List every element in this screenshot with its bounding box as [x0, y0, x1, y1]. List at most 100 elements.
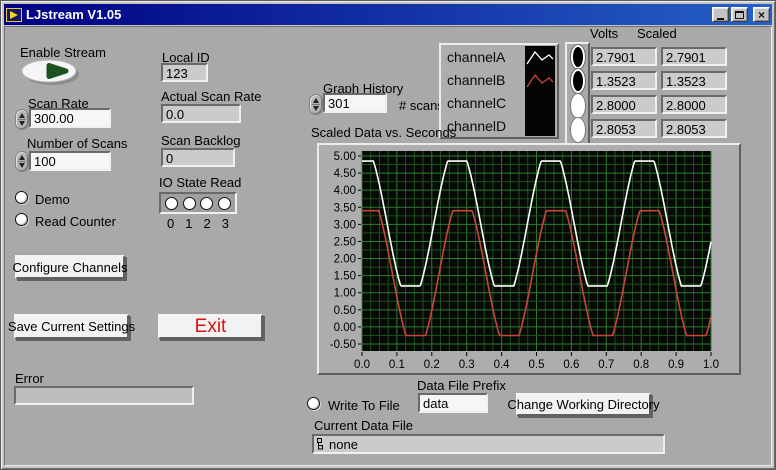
channel-legend: channelA channelB channelC channelD: [439, 43, 559, 139]
actual-scan-rate-label: Actual Scan Rate: [161, 89, 261, 104]
channelC-enable-toggle[interactable]: [571, 94, 585, 118]
io-led-3: [218, 197, 231, 210]
channel-toggle-strip: [565, 42, 590, 145]
svg-text:0.5: 0.5: [529, 359, 545, 371]
channelB-enable-toggle[interactable]: [571, 69, 585, 93]
io-led-1: [183, 197, 196, 210]
io-state-read-label: IO State Read: [159, 175, 241, 190]
data-file-prefix-input[interactable]: [418, 393, 488, 413]
svg-text:4.00: 4.00: [334, 185, 356, 197]
io-bit-3-label: 3: [222, 216, 229, 231]
increment-icon: [313, 98, 319, 103]
svg-text:0.4: 0.4: [494, 359, 511, 371]
current-data-file-label: Current Data File: [314, 418, 413, 433]
channelD-volts-field: 2.8053: [591, 119, 657, 138]
waveform-graph: 0.00.10.20.30.40.50.60.70.80.91.05.004.5…: [317, 143, 741, 375]
number-of-scans-label: Number of Scans: [27, 136, 127, 151]
path-icon: [317, 438, 325, 450]
increment-icon: [19, 155, 25, 160]
graph-history-units-label: # scans: [399, 98, 444, 113]
read-counter-label: Read Counter: [35, 214, 116, 229]
number-of-scans-spinner[interactable]: [15, 151, 29, 172]
channelB-scaled-field: 1.3523: [661, 71, 727, 90]
error-label: Error: [15, 371, 44, 386]
app-icon: [6, 8, 22, 22]
current-data-file-value: none: [329, 437, 358, 452]
scan-backlog-field: 0: [161, 148, 235, 167]
scan-rate-spinner[interactable]: [15, 109, 29, 130]
svg-text:0.1: 0.1: [389, 359, 405, 371]
save-settings-button[interactable]: Save Current Settings: [14, 314, 129, 339]
channelC-volts-field: 2.8000: [591, 95, 657, 114]
channelB-volts-field: 1.3523: [591, 71, 657, 90]
number-of-scans-input[interactable]: [29, 151, 111, 171]
error-field: [14, 386, 194, 405]
channel-name: channelA: [447, 49, 505, 65]
io-state-led-panel: [159, 192, 237, 214]
maximize-icon: [735, 11, 744, 19]
configure-channels-button[interactable]: Configure Channels: [15, 255, 125, 279]
current-data-file-field: none: [312, 434, 665, 454]
increment-icon: [19, 113, 25, 118]
window-controls: ×: [712, 7, 770, 22]
exit-button[interactable]: Exit: [158, 314, 263, 339]
svg-text:0.7: 0.7: [598, 359, 614, 371]
write-to-file-label: Write To File: [328, 398, 400, 413]
graph-history-spinner[interactable]: [309, 94, 323, 115]
minimize-icon: [717, 18, 724, 20]
svg-text:1.0: 1.0: [703, 359, 719, 371]
channelA-enable-toggle[interactable]: [571, 45, 585, 69]
svg-text:0.3: 0.3: [459, 359, 475, 371]
svg-text:0.00: 0.00: [334, 322, 356, 334]
svg-text:5.00: 5.00: [334, 151, 356, 163]
legend-row-channelB[interactable]: channelB: [447, 68, 505, 91]
title-bar: LJstream V1.05 ×: [4, 4, 772, 25]
demo-radio[interactable]: [15, 191, 28, 204]
svg-text:0.6: 0.6: [563, 359, 579, 371]
close-button[interactable]: ×: [753, 7, 770, 22]
data-file-prefix-label: Data File Prefix: [417, 378, 506, 393]
maximize-button[interactable]: [731, 7, 748, 22]
actual-scan-rate-field: 0.0: [161, 104, 241, 123]
demo-label: Demo: [35, 192, 70, 207]
decrement-icon: [19, 163, 25, 168]
svg-text:4.50: 4.50: [334, 168, 356, 180]
close-icon: ×: [758, 9, 765, 21]
io-bit-labels: 0 1 2 3: [159, 216, 237, 231]
channelD-enable-toggle[interactable]: [571, 118, 585, 142]
read-counter-radio[interactable]: [15, 213, 28, 226]
write-to-file-radio[interactable]: [307, 397, 320, 410]
change-working-directory-button[interactable]: Change Working Directory: [516, 393, 651, 416]
local-id-field: 123: [161, 63, 208, 82]
svg-text:0.50: 0.50: [334, 305, 356, 317]
channelA-scaled-field: 2.7901: [661, 47, 727, 66]
volts-header: Volts: [590, 26, 618, 41]
io-led-0: [165, 197, 178, 210]
io-led-2: [200, 197, 213, 210]
graph-plot-area: 0.00.10.20.30.40.50.60.70.80.91.05.004.5…: [319, 145, 739, 373]
io-bit-1-label: 1: [185, 216, 192, 231]
svg-text:3.00: 3.00: [334, 219, 356, 231]
svg-text:1.50: 1.50: [334, 271, 356, 283]
channelD-scaled-field: 2.8053: [661, 119, 727, 138]
enable-stream-toggle[interactable]: [21, 58, 81, 87]
minimize-button[interactable]: [712, 7, 729, 22]
svg-text:0.0: 0.0: [354, 359, 370, 371]
svg-text:0.2: 0.2: [424, 359, 440, 371]
svg-text:0.8: 0.8: [633, 359, 649, 371]
legend-row-channelC[interactable]: channelC: [447, 91, 506, 114]
scan-rate-input[interactable]: [29, 108, 111, 128]
scan-backlog-label: Scan Backlog: [161, 133, 241, 148]
channelC-scaled-field: 2.8000: [661, 95, 727, 114]
svg-text:2.50: 2.50: [334, 236, 356, 248]
app-window: LJstream V1.05 × Enable Stream Scan Rate…: [0, 0, 776, 470]
svg-text:2.00: 2.00: [334, 254, 356, 266]
scaled-header: Scaled: [637, 26, 677, 41]
graph-history-input[interactable]: [323, 93, 387, 113]
io-bit-0-label: 0: [167, 216, 174, 231]
graph-title: Scaled Data vs. Seconds: [311, 125, 456, 140]
channel-name: channelB: [447, 72, 505, 88]
legend-row-channelA[interactable]: channelA: [447, 45, 505, 68]
legend-line-samples: [525, 46, 555, 136]
svg-text:-0.50: -0.50: [330, 339, 356, 351]
